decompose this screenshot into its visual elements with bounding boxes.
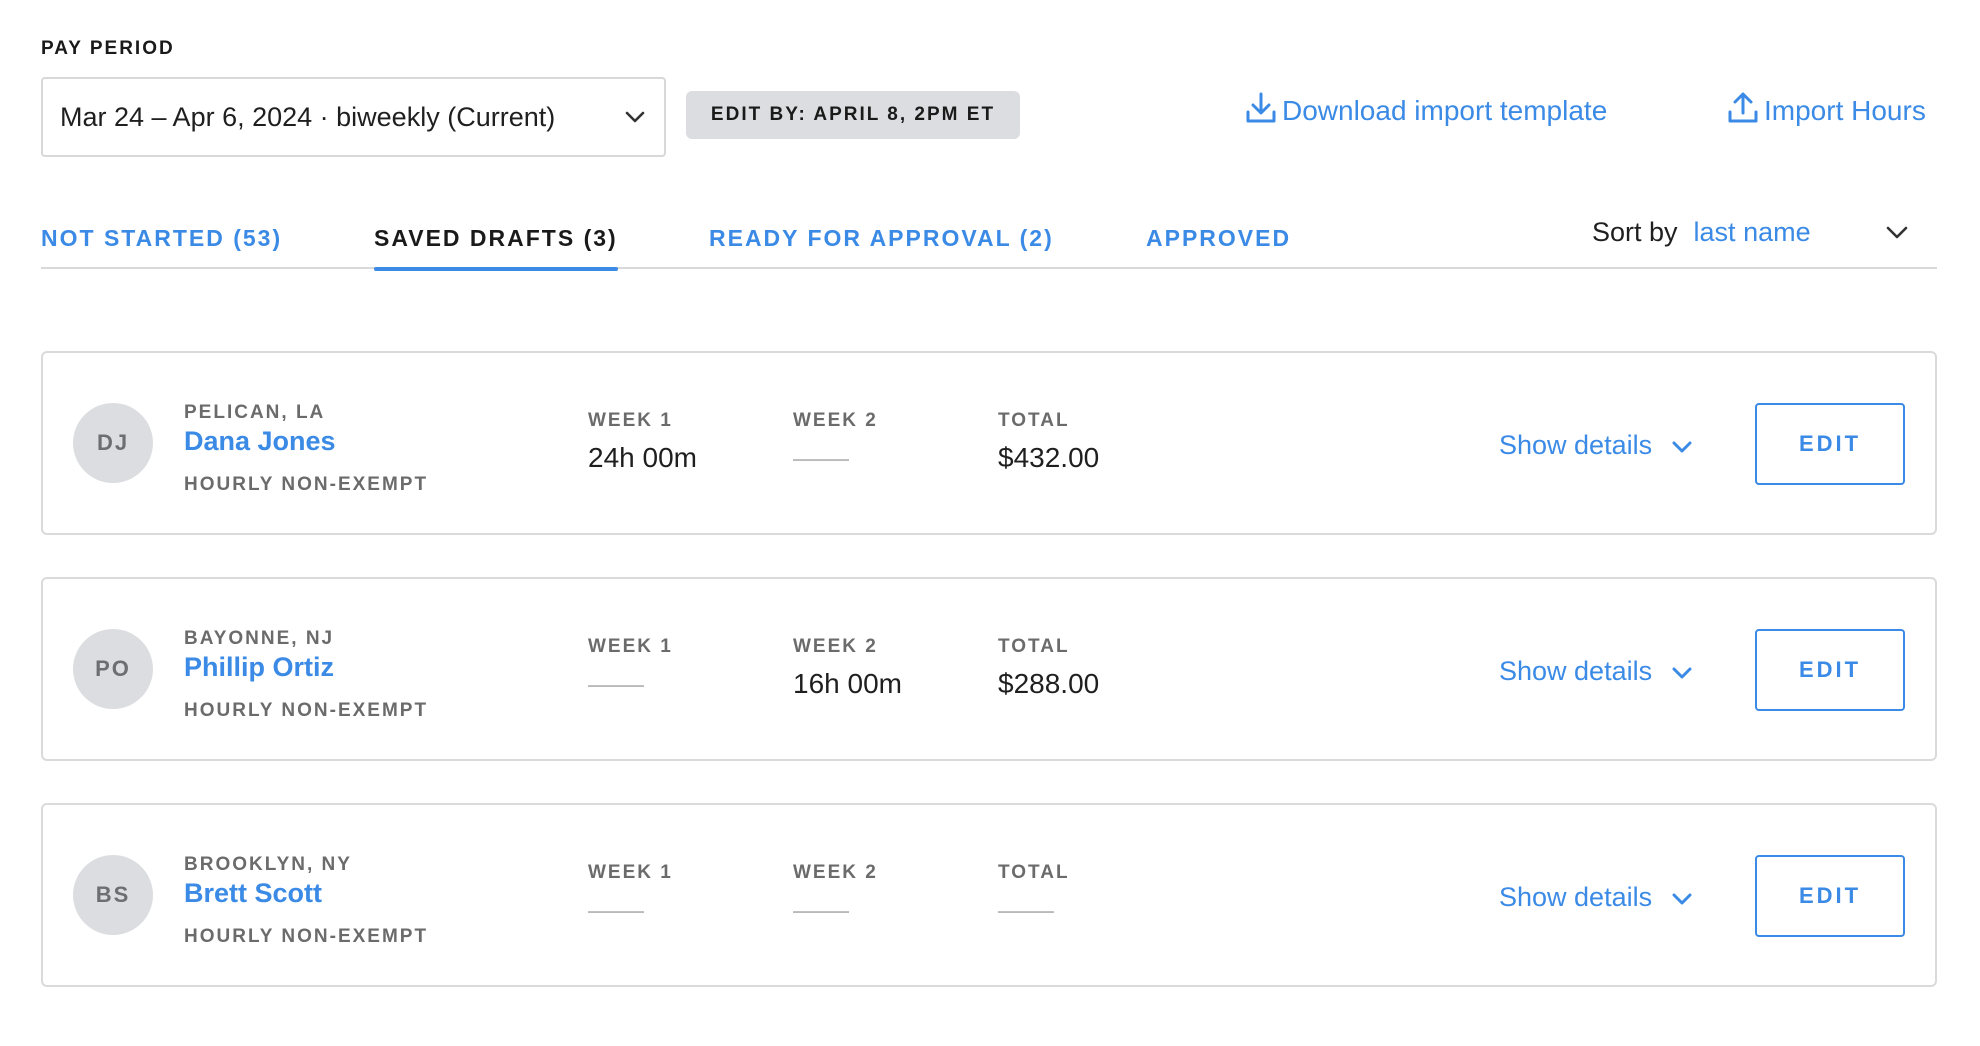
chevron-down-icon[interactable] [1884, 219, 1910, 245]
employee-name-link[interactable]: Brett Scott [184, 878, 322, 909]
chevron-down-icon [1672, 656, 1692, 687]
avatar: DJ [73, 403, 153, 483]
show-details-toggle[interactable]: Show details [1499, 651, 1692, 691]
download-template-label: Download import template [1282, 95, 1608, 126]
week1-header: WEEK 1 [588, 862, 673, 883]
avatar: PO [73, 629, 153, 709]
week2-value: 16h 00m [793, 668, 902, 699]
sort-label: Sort by [1592, 216, 1678, 247]
pay-period-value: Mar 24 – Apr 6, 2024 · biweekly (Current… [60, 101, 556, 132]
avatar: BS [73, 855, 153, 935]
employee-pay-type: HOURLY NON-EXEMPT [184, 700, 429, 721]
employee-name-link[interactable]: Phillip Ortiz [184, 652, 334, 683]
show-details-toggle[interactable]: Show details [1499, 877, 1692, 917]
employee-pay-type: HOURLY NON-EXEMPT [184, 474, 429, 495]
employee-pay-type: HOURLY NON-EXEMPT [184, 926, 429, 947]
timesheet-page: PAY PERIOD Mar 24 – Apr 6, 2024 · biweek… [0, 0, 1980, 1046]
show-details-label: Show details [1499, 655, 1653, 686]
employee-location: PELICAN, LA [184, 402, 326, 423]
edit-button[interactable]: EDIT [1755, 629, 1905, 711]
upload-icon [1726, 91, 1760, 132]
tab-not-started[interactable]: NOT STARTED (53) [41, 225, 282, 269]
employee-location: BAYONNE, NJ [184, 628, 335, 649]
employee-card: PO BAYONNE, NJ Phillip Ortiz HOURLY NON-… [41, 577, 1937, 761]
total-header: TOTAL [998, 410, 1070, 431]
total-value: $288.00 [998, 668, 1100, 699]
tab-ready-for-approval[interactable]: READY FOR APPROVAL (2) [709, 225, 1054, 269]
week1-value: —— [588, 668, 644, 699]
total-value: $432.00 [998, 442, 1100, 473]
download-template-link[interactable]: Download import template [1244, 90, 1607, 132]
week2-header: WEEK 2 [793, 636, 878, 657]
chevron-down-icon [1672, 430, 1692, 461]
edit-button[interactable]: EDIT [1755, 403, 1905, 485]
week1-header: WEEK 1 [588, 410, 673, 431]
import-hours-label: Import Hours [1764, 95, 1926, 126]
show-details-toggle[interactable]: Show details [1499, 425, 1692, 465]
employee-card: BS BROOKLYN, NY Brett Scott HOURLY NON-E… [41, 803, 1937, 987]
edit-deadline-badge: EDIT BY: APRIL 8, 2PM ET [686, 91, 1020, 139]
week1-value: 24h 00m [588, 442, 697, 473]
chevron-down-icon [1672, 882, 1692, 913]
week2-header: WEEK 2 [793, 862, 878, 883]
import-hours-link[interactable]: Import Hours [1726, 90, 1926, 132]
total-value: —— [998, 894, 1054, 925]
pay-period-label: PAY PERIOD [41, 38, 175, 59]
week2-value: —— [793, 442, 849, 473]
total-header: TOTAL [998, 636, 1070, 657]
employee-name-link[interactable]: Dana Jones [184, 426, 336, 457]
tab-saved-drafts[interactable]: SAVED DRAFTS (3) [374, 225, 618, 271]
pay-period-select[interactable]: Mar 24 – Apr 6, 2024 · biweekly (Current… [41, 77, 666, 157]
download-icon [1244, 91, 1278, 132]
sort-control: Sort by last name [1592, 212, 1910, 252]
sort-select[interactable]: last name [1694, 217, 1884, 248]
week2-value: —— [793, 894, 849, 925]
employee-location: BROOKLYN, NY [184, 854, 352, 875]
show-details-label: Show details [1499, 429, 1653, 460]
week1-header: WEEK 1 [588, 636, 673, 657]
week1-value: —— [588, 894, 644, 925]
chevron-down-icon [624, 106, 646, 128]
total-header: TOTAL [998, 862, 1070, 883]
edit-button[interactable]: EDIT [1755, 855, 1905, 937]
show-details-label: Show details [1499, 881, 1653, 912]
week2-header: WEEK 2 [793, 410, 878, 431]
employee-card: DJ PELICAN, LA Dana Jones HOURLY NON-EXE… [41, 351, 1937, 535]
tab-approved[interactable]: APPROVED [1146, 225, 1291, 269]
